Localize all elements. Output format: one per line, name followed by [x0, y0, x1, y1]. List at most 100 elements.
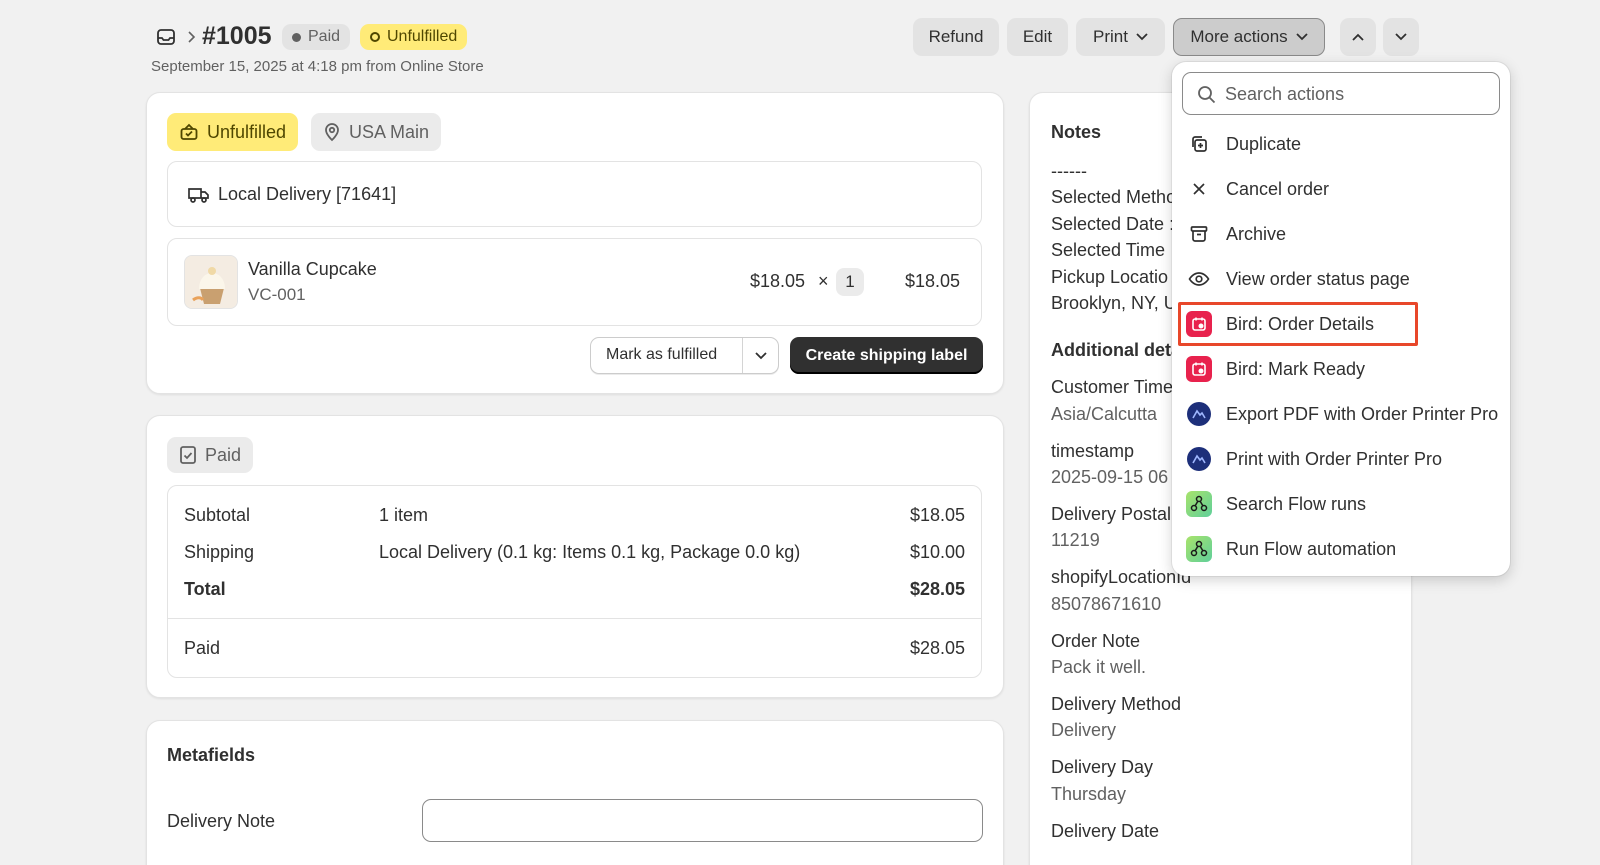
- paid-label: Paid: [184, 638, 221, 658]
- more-actions-menu: Search actions Duplicate Cancel order Ar…: [1172, 62, 1510, 576]
- bird-app-icon: [1186, 356, 1212, 382]
- payment-summary-box: Subtotal 1 item $18.05 Shipping Local De…: [167, 485, 982, 678]
- detail-label: Delivery Date: [1051, 821, 1160, 841]
- delivery-note-input[interactable]: [422, 799, 983, 842]
- order-subtitle: September 15, 2025 at 4:18 pm from Onlin…: [151, 58, 484, 75]
- create-shipping-label-button[interactable]: Create shipping label: [790, 337, 983, 374]
- receipt-check-icon: [180, 446, 196, 464]
- fulfillment-card: Unfulfilled USA Main Local Delivery [716…: [146, 92, 1004, 394]
- detail-label: Order Note: [1051, 631, 1141, 651]
- detail-label: Delivery Day: [1051, 757, 1154, 777]
- quantity-badge: 1: [836, 268, 864, 296]
- notes-title: Notes: [1051, 122, 1102, 142]
- detail-value: Asia/Calcutta: [1051, 404, 1158, 424]
- package-icon: [180, 123, 198, 140]
- ring-icon: [370, 32, 380, 42]
- menu-item-run-flow-automation[interactable]: Run Flow automation: [1186, 536, 1396, 562]
- subtotal-desc: 1 item: [379, 505, 429, 525]
- chevron-down-icon: [1136, 33, 1148, 41]
- product-name[interactable]: Vanilla Cupcake: [248, 259, 377, 280]
- detail-label: Delivery Postal: [1051, 504, 1172, 524]
- duplicate-icon: [1186, 131, 1212, 157]
- menu-item-search-flow-runs[interactable]: Search Flow runs: [1186, 491, 1366, 517]
- additional-details-title: Additional deta: [1051, 340, 1181, 360]
- menu-item-bird-order-details[interactable]: Bird: Order Details: [1186, 311, 1374, 337]
- location-badge: USA Main: [311, 113, 442, 151]
- detail-value: Delivery: [1051, 720, 1117, 740]
- detail-label: timestamp: [1051, 441, 1135, 461]
- payment-card: Paid Subtotal 1 item $18.05 Shipping Loc…: [146, 415, 1004, 698]
- unit-price: $18.05: [750, 271, 806, 291]
- search-actions-placeholder: Search actions: [1225, 84, 1345, 104]
- notes-line: Selected Time: [1051, 240, 1166, 260]
- menu-item-bird-mark-ready[interactable]: Bird: Mark Ready: [1186, 356, 1365, 382]
- notes-line: Selected Date :: [1051, 214, 1175, 234]
- search-icon: [1198, 86, 1216, 104]
- flow-icon: [1186, 491, 1212, 517]
- delivery-method-label: Local Delivery [71641]: [218, 184, 397, 204]
- line-item-box: Vanilla Cupcake VC-001 $18.05 × 1 $18.05: [167, 238, 982, 326]
- detail-value: 11219: [1051, 530, 1100, 550]
- detail-label: shopifyLocationId: [1051, 567, 1192, 587]
- times-symbol: ×: [818, 271, 829, 291]
- payment-status-badge: Paid: [282, 24, 351, 50]
- delivery-truck-icon: [188, 186, 210, 204]
- archive-icon: [1186, 221, 1212, 247]
- notes-line: ------: [1051, 161, 1087, 181]
- search-actions-input[interactable]: Search actions: [1182, 72, 1500, 115]
- menu-item-duplicate[interactable]: Duplicate: [1186, 131, 1301, 157]
- print-button[interactable]: Print: [1076, 18, 1165, 56]
- flow-icon: [1186, 536, 1212, 562]
- detail-label: Customer Time: [1051, 377, 1174, 397]
- close-icon: [1186, 176, 1212, 202]
- menu-item-export-pdf[interactable]: Export PDF with Order Printer Pro: [1186, 401, 1498, 427]
- orders-icon[interactable]: [156, 27, 176, 47]
- subtotal-label: Subtotal: [184, 505, 251, 525]
- line-total: $18.05: [905, 271, 961, 291]
- fulfillment-status-badge: Unfulfilled: [360, 24, 468, 50]
- total-amount: $28.05: [909, 579, 965, 599]
- metafields-title: Metafields: [167, 745, 256, 765]
- detail-value: 85078671610: [1051, 594, 1162, 614]
- subtotal-amount: $18.05: [909, 505, 965, 525]
- menu-item-print-order-printer[interactable]: Print with Order Printer Pro: [1186, 446, 1442, 472]
- chevron-up-icon: [1352, 33, 1364, 41]
- paid-badge: Paid: [167, 437, 254, 473]
- notes-line: Brooklyn, NY, U: [1051, 293, 1177, 313]
- shipping-amount: $10.00: [909, 542, 965, 562]
- detail-value: Pack it well.: [1051, 657, 1147, 677]
- detail-value: Thursday: [1051, 784, 1127, 804]
- next-order-button[interactable]: [1383, 18, 1419, 56]
- mark-as-fulfilled-button[interactable]: Mark as fulfilled: [606, 346, 717, 364]
- mark-fulfilled-dropdown-button[interactable]: [743, 338, 779, 373]
- detail-label: Delivery Method: [1051, 694, 1182, 714]
- location-pin-icon: [325, 123, 339, 142]
- shipping-label: Shipping: [184, 542, 255, 562]
- product-thumbnail[interactable]: [184, 255, 238, 309]
- delivery-note-label: Delivery Note: [167, 811, 276, 831]
- breadcrumb-chevron-icon: [186, 30, 196, 44]
- order-printer-icon: [1186, 401, 1212, 427]
- metafields-card: Metafields Delivery Note: [146, 720, 1004, 865]
- chevron-down-icon: [755, 351, 767, 359]
- chevron-down-icon: [1296, 33, 1308, 41]
- delivery-method-box: Local Delivery [71641]: [167, 161, 982, 227]
- menu-item-archive[interactable]: Archive: [1186, 221, 1286, 247]
- divider: [168, 618, 981, 619]
- menu-item-view-order-status[interactable]: View order status page: [1186, 266, 1410, 292]
- menu-item-cancel-order[interactable]: Cancel order: [1186, 176, 1329, 202]
- notes-line: Selected Metho: [1051, 187, 1177, 207]
- bird-app-icon: [1186, 311, 1212, 337]
- refund-button[interactable]: Refund: [913, 18, 999, 56]
- shipping-desc: Local Delivery (0.1 kg: Items 0.1 kg, Pa…: [379, 542, 801, 562]
- more-actions-button[interactable]: More actions: [1173, 18, 1325, 56]
- dot-icon: [292, 32, 301, 42]
- unfulfilled-badge: Unfulfilled: [167, 113, 299, 151]
- paid-amount: $28.05: [909, 638, 965, 658]
- eye-icon: [1186, 266, 1212, 292]
- notes-line: Pickup Locatio: [1051, 267, 1169, 287]
- previous-order-button[interactable]: [1340, 18, 1376, 56]
- product-sku: VC-001: [248, 285, 306, 304]
- edit-button[interactable]: Edit: [1007, 18, 1068, 56]
- order-number: #1005: [202, 22, 272, 50]
